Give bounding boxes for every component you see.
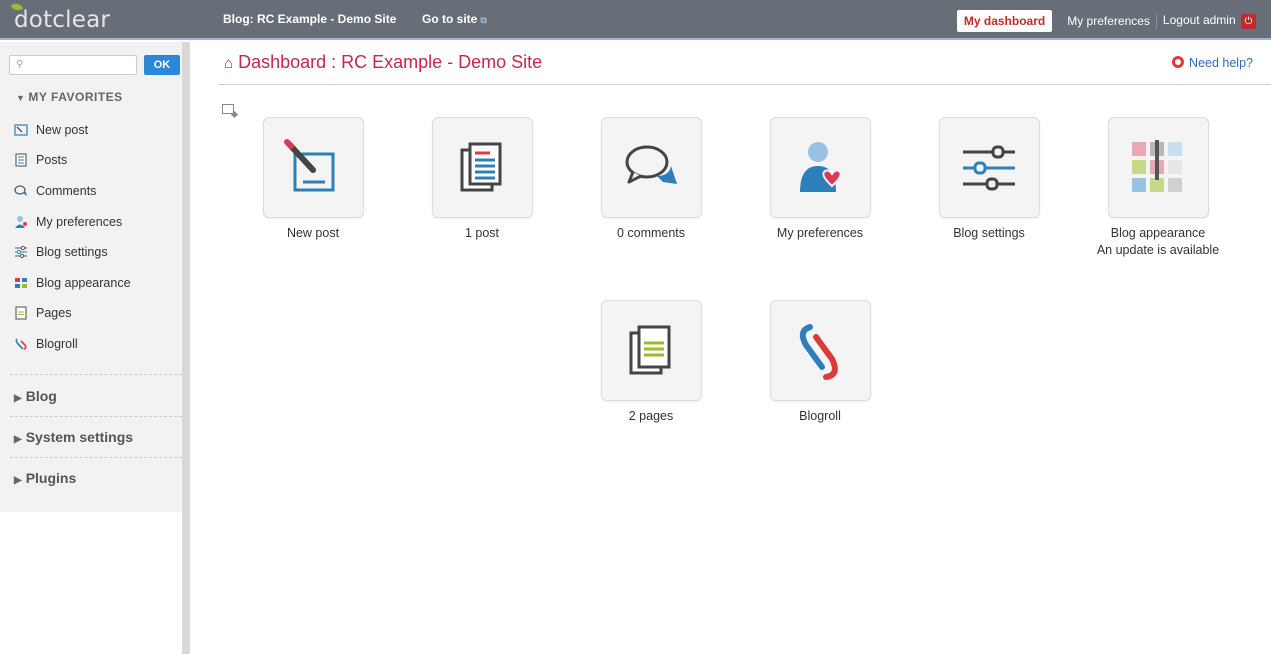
new-post-icon — [284, 138, 335, 191]
tile-comments[interactable]: 0 comments — [581, 117, 721, 240]
posts-tile-box[interactable] — [431, 117, 533, 218]
help-icon — [1172, 56, 1185, 68]
menu-group-label: Plugins — [25, 470, 77, 486]
posts-icon — [460, 142, 502, 191]
appearance-icon — [14, 276, 28, 290]
blogroll-icon — [14, 337, 28, 351]
logout-label: Logout admin — [1162, 13, 1236, 27]
tile-label[interactable]: 2 pages — [581, 409, 721, 423]
sidebar-item-label: Blogroll — [36, 337, 78, 351]
blog-settings-tile-box[interactable] — [938, 117, 1040, 218]
page-title: ⌂ Dashboard : RC Example - Demo Site — [224, 52, 542, 73]
search-ok-button[interactable]: OK — [144, 55, 180, 75]
expand-triangle-icon: ▶ — [14, 434, 22, 445]
sidebar-item-blog-settings[interactable]: Blog settings — [14, 242, 108, 262]
sidebar-item-pages[interactable]: Pages — [14, 303, 71, 323]
settings-icon — [963, 145, 1015, 190]
dotclear-logo[interactable]: dotclear — [10, 1, 111, 33]
sidebar-divider — [10, 457, 182, 458]
tile-label[interactable]: Blog appearance — [1088, 226, 1228, 240]
new-post-icon — [14, 123, 28, 137]
sidebar-item-comments[interactable]: Comments — [14, 181, 96, 201]
sidebar-divider — [10, 374, 182, 375]
sidebar-item-label: My preferences — [36, 215, 123, 229]
my-preferences-tile-box[interactable] — [769, 117, 871, 218]
sidebar-item-label: Comments — [36, 184, 97, 198]
new-post-tile-box[interactable] — [262, 117, 364, 218]
sidebar-item-label: Blog settings — [36, 245, 108, 259]
title-divider — [218, 84, 1271, 85]
menu-group-blog[interactable]: ▶ Blog — [14, 388, 57, 404]
need-help-label: Need help? — [1189, 56, 1253, 70]
home-icon: ⌂ — [224, 55, 234, 72]
power-icon[interactable]: ⏻ — [1241, 14, 1256, 29]
go-to-site-link[interactable]: Go to site ⧉ — [422, 12, 487, 26]
sidebar-item-my-preferences[interactable]: My preferences — [14, 212, 122, 232]
menu-group-plugins[interactable]: ▶ Plugins — [14, 470, 76, 486]
blogroll-icon — [799, 323, 838, 380]
sidebar: ⚲ OK ▼ My favorites New post Posts Commen… — [0, 42, 190, 654]
comments-icon — [14, 184, 28, 198]
collapse-triangle-icon: ▼ — [16, 93, 26, 103]
expand-triangle-icon: ▶ — [14, 393, 22, 404]
user-menu: My dashboard My preferences Logout admin… — [956, 10, 1262, 32]
tile-blogroll[interactable]: Blogroll — [750, 300, 890, 423]
top-bar: dotclear Blog: RC Example - Demo Site Go… — [0, 0, 1271, 40]
blog-appearance-tile-box[interactable] — [1107, 117, 1209, 218]
settings-icon — [14, 245, 28, 259]
menu-group-label: System settings — [25, 429, 134, 445]
menu-group-label: Blog — [25, 388, 57, 404]
tile-label[interactable]: Blogroll — [750, 409, 890, 423]
go-to-site-label: Go to site — [422, 12, 478, 26]
appearance-icon — [1132, 139, 1182, 192]
favorites-heading-label: My favorites — [28, 90, 123, 104]
sidebar-item-label: Posts — [36, 153, 68, 167]
logout-link[interactable]: Logout admin ⏻ — [1155, 13, 1262, 29]
tile-blog-appearance[interactable]: Blog appearance An update is available — [1088, 117, 1228, 257]
menu-group-system-settings[interactable]: ▶ System settings — [14, 429, 133, 445]
update-available-note[interactable]: An update is available — [1088, 243, 1228, 257]
search-icon: ⚲ — [16, 59, 24, 70]
sidebar-item-blog-appearance[interactable]: Blog appearance — [14, 273, 131, 293]
favorites-heading[interactable]: ▼ My favorites — [16, 90, 123, 104]
search-input[interactable]: ⚲ — [9, 55, 137, 75]
sidebar-item-label: Blog appearance — [36, 276, 131, 290]
tile-new-post[interactable]: New post — [243, 117, 383, 240]
need-help-link[interactable]: Need help? — [1172, 56, 1253, 70]
logo-text: dotclear — [14, 7, 111, 33]
sidebar-empty-area — [0, 512, 182, 654]
tile-label[interactable]: New post — [243, 226, 383, 240]
tile-my-preferences[interactable]: My preferences — [750, 117, 890, 240]
sidebar-divider — [10, 416, 182, 417]
main-content: ⌂ Dashboard : RC Example - Demo Site Nee… — [198, 42, 1271, 654]
pages-icon — [14, 306, 28, 320]
user-icon — [800, 141, 842, 192]
tile-label[interactable]: 1 post — [412, 226, 552, 240]
tile-pages[interactable]: 2 pages — [581, 300, 721, 423]
sidebar-item-label: Pages — [36, 306, 72, 320]
comments-tile-box[interactable] — [600, 117, 702, 218]
external-link-icon: ⧉ — [480, 15, 487, 25]
pages-tile-box[interactable] — [600, 300, 702, 401]
blogroll-tile-box[interactable] — [769, 300, 871, 401]
tile-label[interactable]: Blog settings — [919, 226, 1059, 240]
drag-toggle-icon[interactable] — [222, 104, 234, 114]
page-title-text: Dashboard : RC Example - Demo Site — [238, 52, 543, 72]
tile-label[interactable]: 0 comments — [581, 226, 721, 240]
expand-triangle-icon: ▶ — [14, 475, 22, 486]
my-dashboard-button[interactable]: My dashboard — [956, 10, 1053, 32]
sidebar-item-posts[interactable]: Posts — [14, 150, 67, 170]
sidebar-item-blogroll[interactable]: Blogroll — [14, 334, 78, 354]
tile-label[interactable]: My preferences — [750, 226, 890, 240]
tile-blog-settings[interactable]: Blog settings — [919, 117, 1059, 240]
blog-name-link[interactable]: Blog: RC Example - Demo Site — [223, 12, 396, 26]
pages-icon — [629, 325, 671, 374]
user-icon — [14, 215, 28, 229]
my-preferences-link[interactable]: My preferences — [1061, 14, 1156, 28]
sidebar-item-label: New post — [36, 123, 89, 137]
tile-posts[interactable]: 1 post — [412, 117, 552, 240]
posts-icon — [14, 153, 28, 167]
sidebar-item-new-post[interactable]: New post — [14, 120, 88, 140]
comments-icon — [625, 145, 677, 184]
